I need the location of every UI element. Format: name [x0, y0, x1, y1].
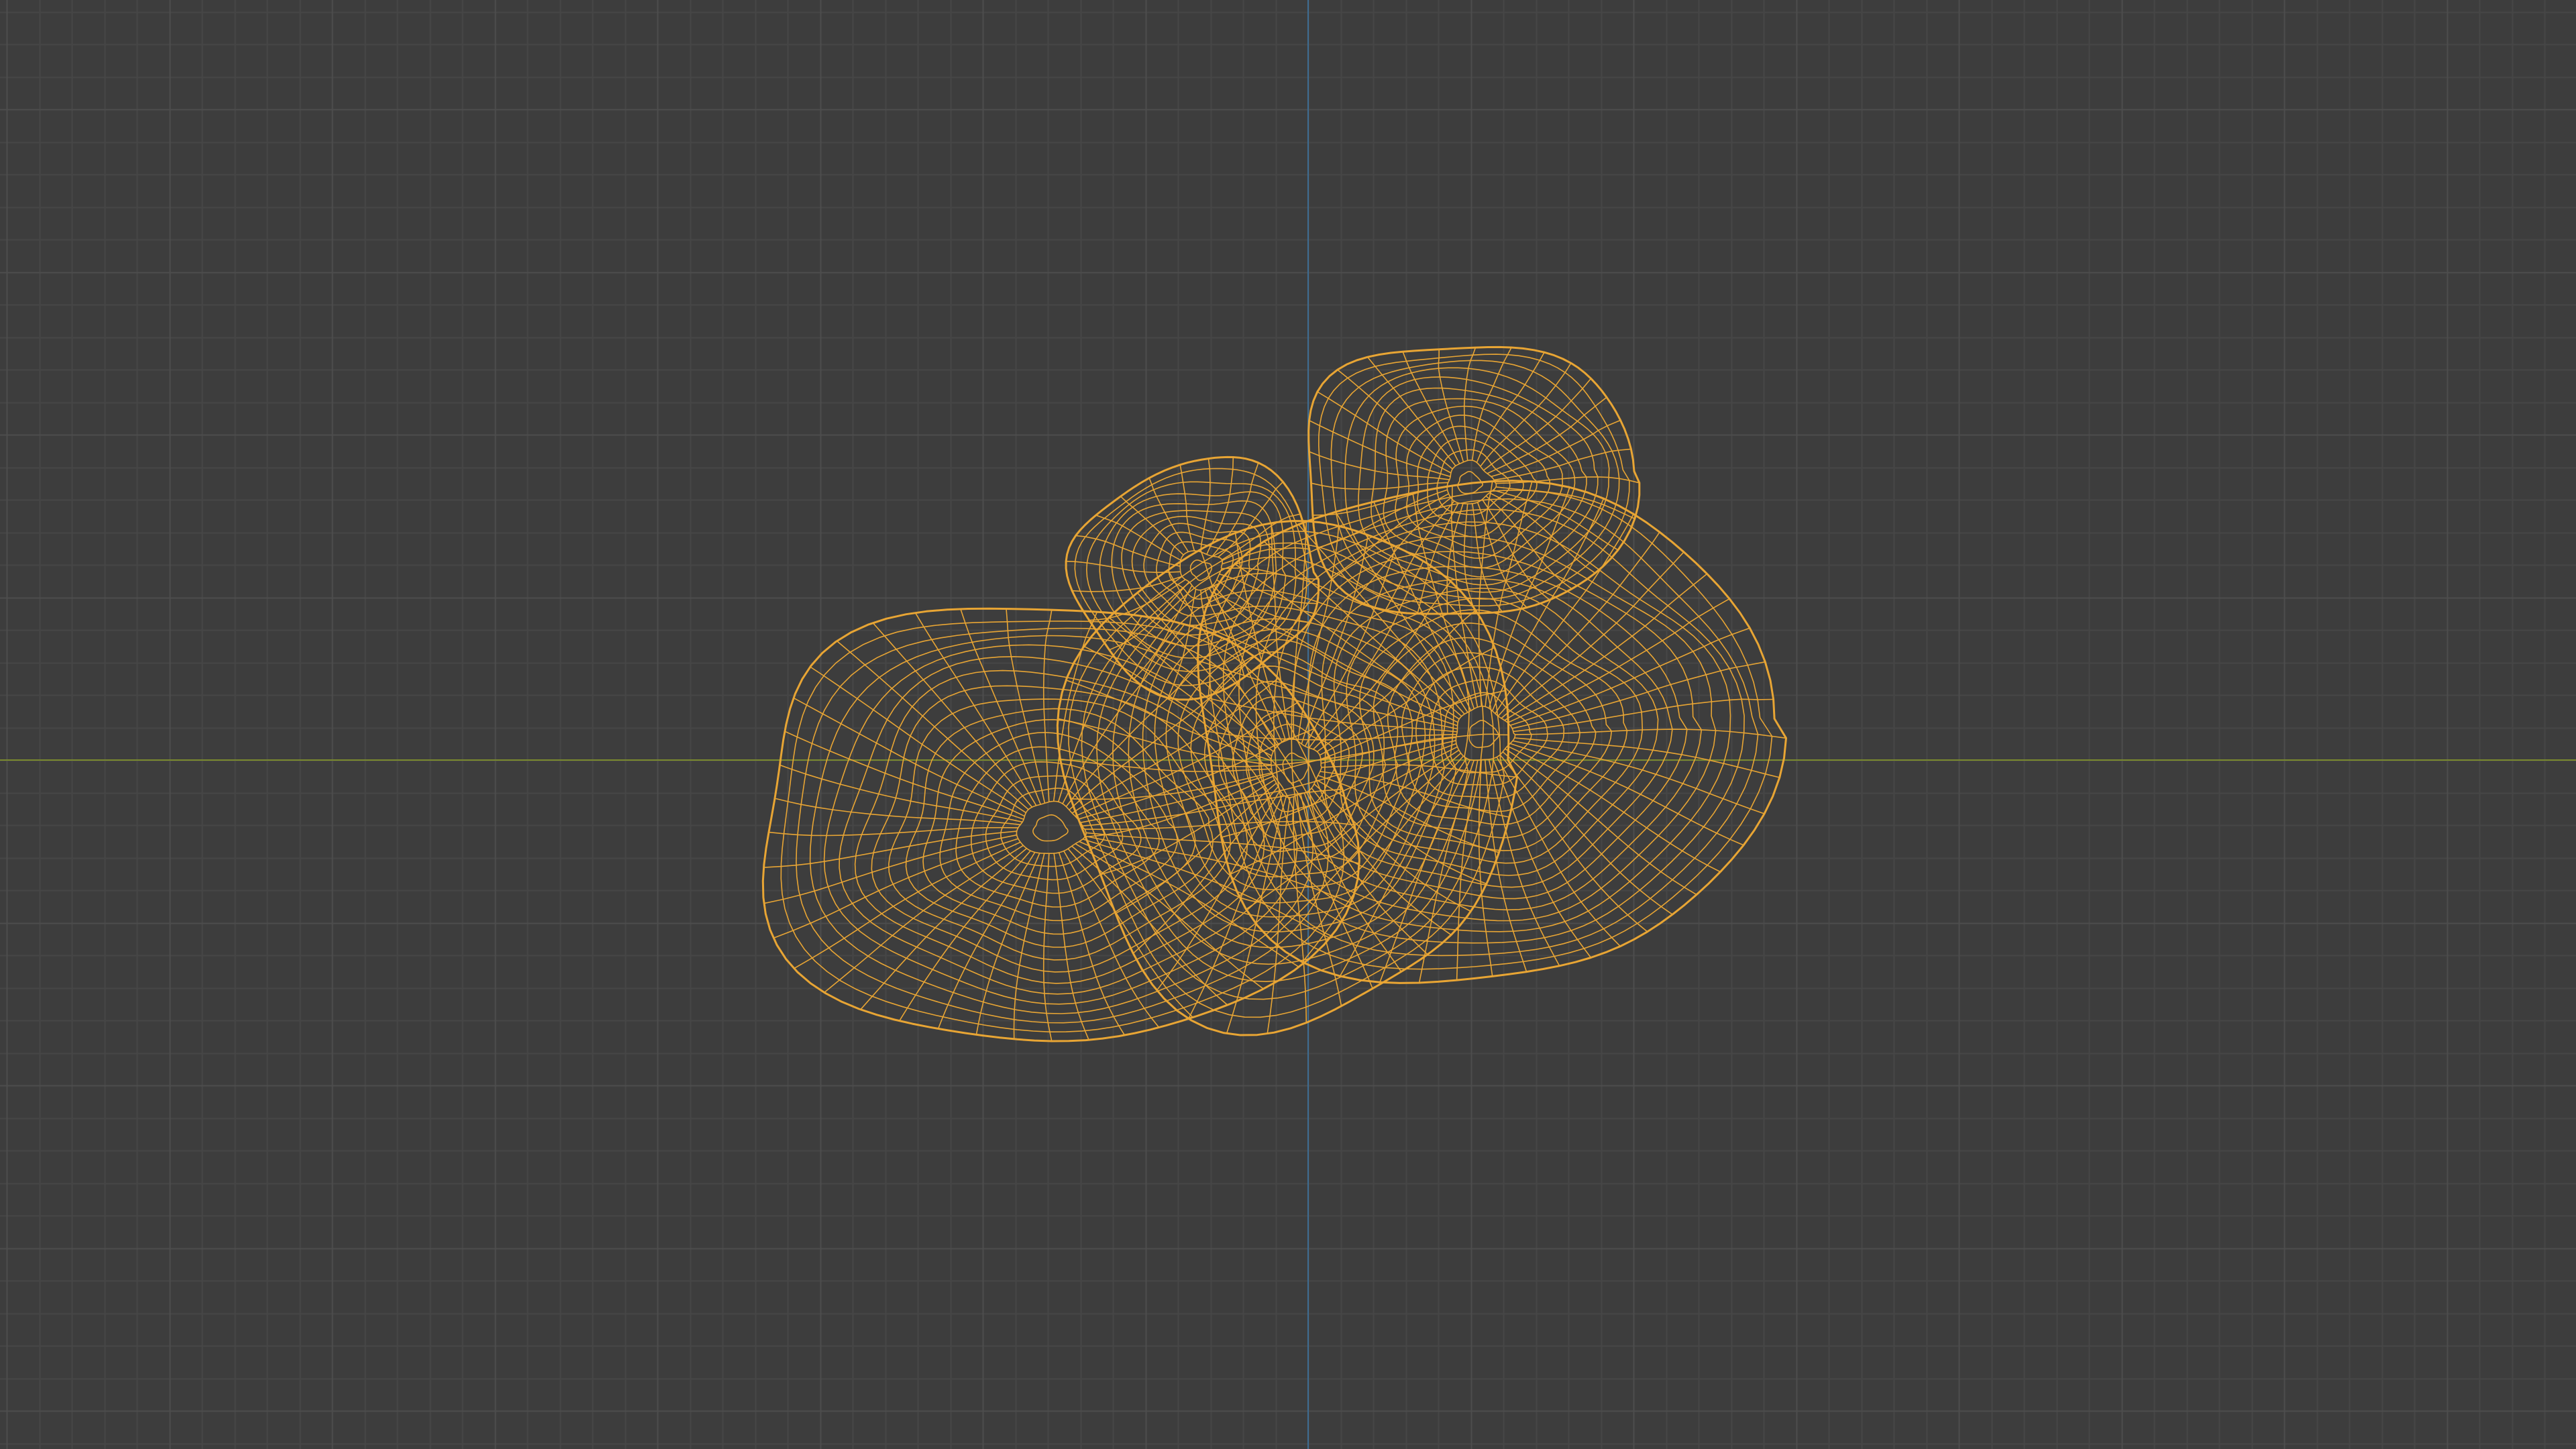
mesh-edge-ring [1317, 391, 1452, 474]
mesh-edge-loop [1282, 752, 1309, 784]
mesh-edge-ring [1133, 585, 1193, 680]
mesh-edge-ring [1438, 349, 1464, 463]
mesh-edge-loop [1143, 523, 1251, 617]
mesh-edge-ring [1476, 352, 1545, 463]
mesh-edge-ring [763, 834, 1017, 904]
mesh-edge-ring [1013, 853, 1045, 1039]
mesh-edge-ring [1222, 547, 1309, 565]
mesh-edge-ring [872, 622, 1033, 808]
mesh-edge-loop [1032, 814, 1069, 842]
mesh-outline-edge [1197, 480, 1787, 984]
mesh-edge-ring [1179, 464, 1195, 551]
mesh-edge-ring [899, 850, 1031, 1022]
mesh-edge-ring [1504, 573, 1708, 721]
mesh-edge-loop [1142, 605, 1446, 932]
mesh-edge-ring [1471, 347, 1512, 461]
mesh-edge-ring [1085, 835, 1352, 904]
mesh-edge-loop [1387, 637, 1597, 825]
mesh-edge-ring [1513, 698, 1774, 733]
mesh-edge-ring [1478, 759, 1493, 977]
mesh-edge-ring [1515, 729, 1786, 739]
mesh-edge-ring [1120, 496, 1184, 555]
mesh-edge-ring [1507, 745, 1721, 873]
mesh-edge-ring [975, 853, 1040, 1035]
mesh-edge-ring [1006, 608, 1046, 804]
mesh-edge-ring [1463, 347, 1477, 461]
selected-mesh-wireframe[interactable] [761, 345, 1787, 1042]
3d-viewport[interactable] [0, 0, 2576, 1449]
mesh-edge-ring [763, 830, 1017, 868]
mesh-edge-loop [1016, 800, 1087, 854]
viewport-canvas[interactable] [0, 0, 2576, 1449]
mesh-edge-ring [836, 640, 1029, 810]
mesh-edge-ring [768, 826, 1018, 837]
